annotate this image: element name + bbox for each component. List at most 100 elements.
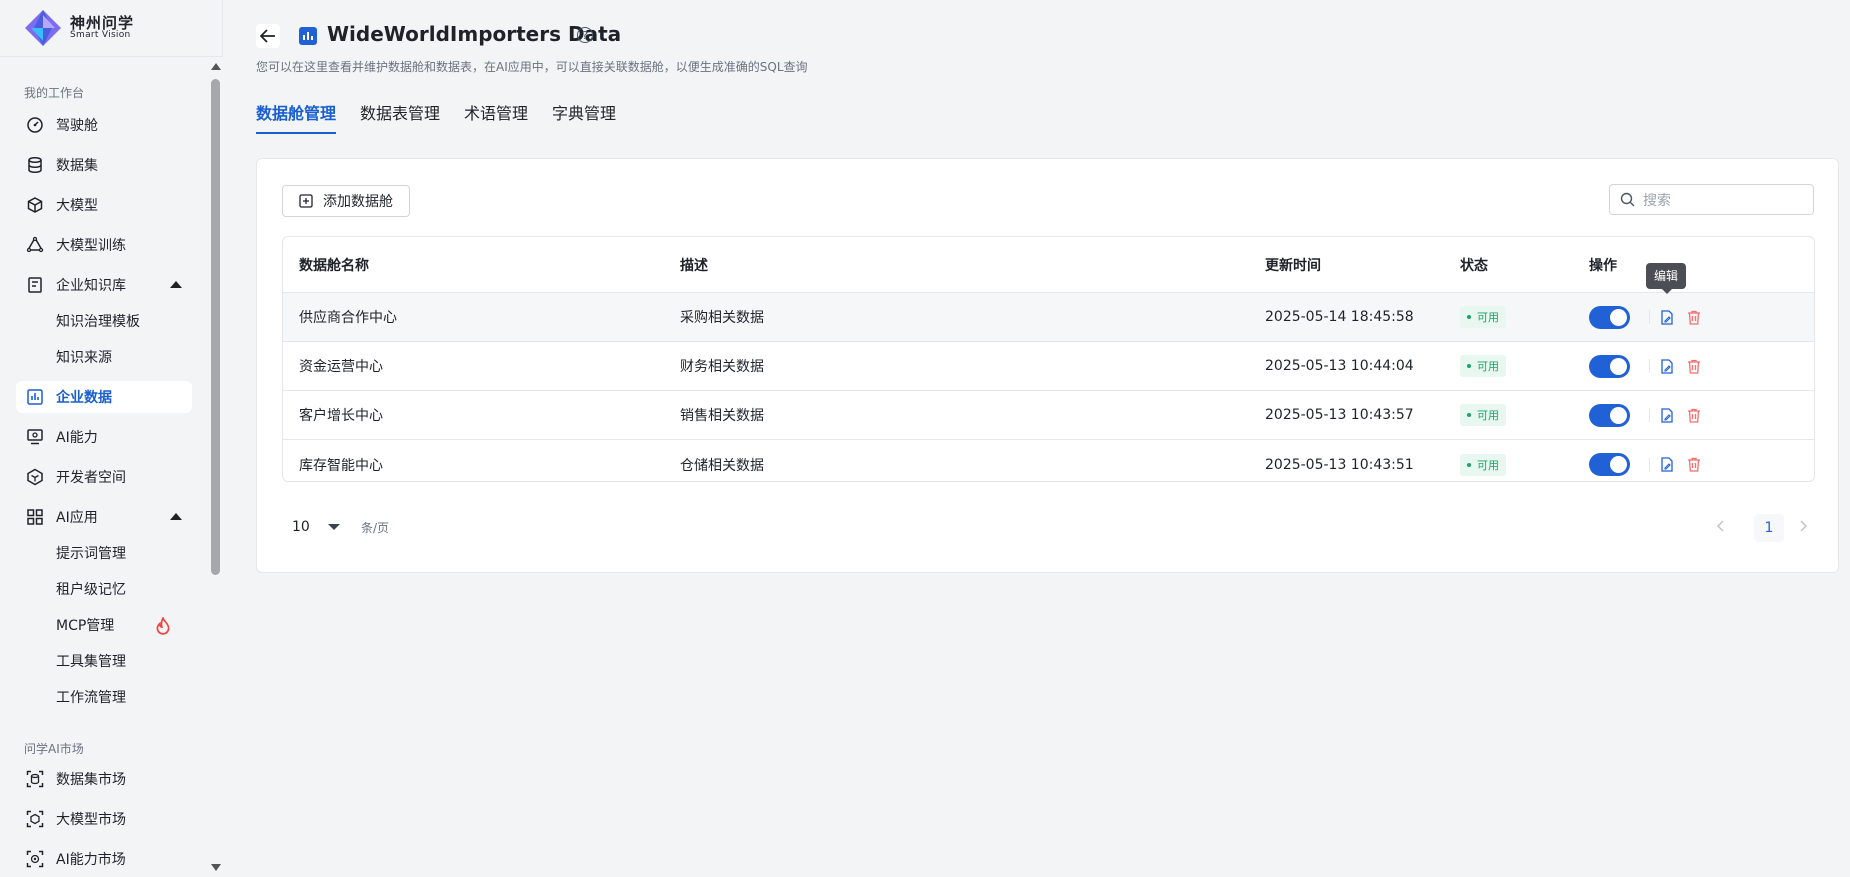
sidebar-item-ai-market[interactable]: AI能力市场: [16, 843, 192, 875]
tab-data-cabin[interactable]: 数据舱管理: [256, 100, 337, 134]
content-card: 添加数据舱 搜索 数据舱名称 描述 更新时间 状态 操作 供应商合作中心 采购相…: [256, 158, 1839, 573]
scroll-down-arrow-icon[interactable]: [211, 864, 221, 871]
sidebar-item-dataset[interactable]: 数据集: [16, 149, 192, 181]
sidebar-item-tenant-memory[interactable]: 租户级记忆: [16, 573, 192, 605]
scan-database-icon: [26, 770, 44, 788]
table-row[interactable]: 库存智能中心 仓储相关数据 2025-05-13 10:43:51 可用: [283, 440, 1814, 481]
scroll-up-arrow-icon[interactable]: [211, 63, 221, 70]
logo-name: 神州问学: [70, 13, 135, 32]
sidebar-item-prompt[interactable]: 提示词管理: [16, 537, 192, 569]
edit-icon[interactable]: [1659, 309, 1675, 325]
enable-toggle[interactable]: [1589, 453, 1630, 476]
sidebar-item-label: 大模型市场: [56, 812, 126, 828]
edit-icon[interactable]: [1659, 407, 1675, 423]
sidebar-scrollbar[interactable]: [208, 57, 223, 877]
column-header-name: 数据舱名称: [299, 257, 369, 274]
search-placeholder: 搜索: [1643, 192, 1671, 209]
tab-terminology[interactable]: 术语管理: [464, 100, 528, 134]
cell-description: 销售相关数据: [680, 408, 764, 424]
sidebar-item-developer-space[interactable]: 开发者空间: [16, 461, 192, 493]
tab-dictionary[interactable]: 字典管理: [552, 100, 616, 134]
sidebar-item-label: 提示词管理: [56, 546, 126, 562]
row-actions: [1589, 403, 1713, 427]
sidebar-item-mcp[interactable]: MCP管理: [16, 609, 192, 641]
scan-ai-icon: [26, 850, 44, 868]
logo-subtitle: Smart Vision: [70, 30, 131, 41]
sidebar-item-label: 大模型: [56, 198, 98, 214]
group-title-workspace: 我的工作台: [24, 86, 85, 100]
sidebar-item-ai-capability[interactable]: AI能力: [16, 421, 192, 453]
sidebar-item-label: MCP管理: [56, 618, 115, 634]
status-badge: 可用: [1460, 306, 1506, 328]
next-page-button[interactable]: [1794, 516, 1814, 536]
knowledge-icon: [28, 277, 42, 293]
scroll-thumb[interactable]: [211, 79, 220, 575]
status-badge: 可用: [1460, 453, 1506, 476]
training-icon: [26, 236, 44, 253]
box-icon: [27, 468, 43, 486]
table-row[interactable]: 资金运营中心 财务相关数据 2025-05-13 10:44:04 可用: [283, 342, 1814, 391]
sidebar-item-dashboard[interactable]: 驾驶舱: [16, 109, 192, 141]
sidebar-item-llm-market[interactable]: 大模型市场: [16, 803, 192, 835]
delete-icon[interactable]: [1686, 309, 1702, 325]
prev-page-button[interactable]: [1710, 516, 1730, 536]
sidebar-item-dataset-market[interactable]: 数据集市场: [16, 763, 192, 795]
sidebar-item-ai-app[interactable]: AI应用: [16, 501, 192, 533]
sidebar-item-toolset[interactable]: 工具集管理: [16, 645, 192, 677]
sidebar-item-label: AI应用: [56, 510, 98, 526]
search-icon: [1620, 192, 1635, 207]
sidebar-item-llm[interactable]: 大模型: [16, 189, 192, 221]
sidebar-item-enterprise-data[interactable]: 企业数据: [16, 381, 192, 413]
chevron-up-icon[interactable]: [170, 513, 182, 520]
enable-toggle[interactable]: [1589, 354, 1630, 378]
add-button-label: 添加数据舱: [323, 194, 393, 210]
help-icon[interactable]: ?: [577, 27, 593, 43]
delete-icon[interactable]: [1686, 358, 1702, 374]
page-size-select[interactable]: 10: [282, 513, 352, 541]
sidebar-item-label: 数据集: [56, 158, 98, 174]
delete-icon[interactable]: [1686, 457, 1702, 473]
sidebar-item-knowledge-source[interactable]: 知识来源: [16, 341, 192, 373]
cell-name: 客户增长中心: [299, 408, 383, 424]
sidebar-nav: 我的工作台 驾驶舱 数据集 大模型 大模型训练 企业知识库 知识治理模板 知识来…: [0, 57, 208, 877]
sidebar-item-llm-training[interactable]: 大模型训练: [16, 229, 192, 261]
row-actions: [1589, 354, 1713, 378]
sidebar-item-label: AI能力市场: [56, 852, 126, 868]
edit-icon[interactable]: [1659, 457, 1675, 473]
logo[interactable]: 神州问学 Smart Vision: [0, 0, 222, 57]
cell-updated: 2025-05-13 10:43:51: [1265, 456, 1414, 473]
search-input[interactable]: 搜索: [1609, 184, 1814, 215]
sidebar-item-label: 企业知识库: [56, 278, 126, 294]
cell-name: 资金运营中心: [299, 359, 383, 375]
row-actions: [1589, 305, 1713, 329]
sidebar-item-label: 数据集市场: [56, 772, 126, 788]
chevron-up-icon[interactable]: [170, 281, 182, 288]
scan-cube-icon: [26, 810, 44, 828]
edit-icon[interactable]: [1659, 358, 1675, 374]
page-number-button[interactable]: 1: [1754, 514, 1784, 542]
sidebar-item-label: 驾驶舱: [56, 118, 98, 134]
sidebar-item-label: 大模型训练: [56, 238, 126, 254]
status-badge: 可用: [1460, 404, 1506, 426]
back-button[interactable]: [256, 24, 280, 48]
edit-tooltip: 编辑: [1646, 263, 1687, 294]
monitor-icon: [27, 429, 43, 445]
chevron-left-icon: [1716, 520, 1724, 532]
chart-icon: [27, 389, 43, 405]
enable-toggle[interactable]: [1589, 305, 1630, 329]
sidebar: 神州问学 Smart Vision 我的工作台 驾驶舱 数据集 大模型 大模型训…: [0, 0, 223, 877]
table-row[interactable]: 供应商合作中心 采购相关数据 2025-05-14 18:45:58 可用: [283, 293, 1814, 342]
sidebar-item-knowledge[interactable]: 企业知识库: [16, 269, 192, 301]
delete-icon[interactable]: [1686, 407, 1702, 423]
table-row[interactable]: 客户增长中心 销售相关数据 2025-05-13 10:43:57 可用: [283, 391, 1814, 440]
tab-data-table[interactable]: 数据表管理: [360, 100, 440, 134]
add-data-cabin-button[interactable]: 添加数据舱: [282, 185, 410, 217]
plus-square-icon: [299, 194, 313, 208]
page-description: 您可以在这里查看并维护数据舱和数据表，在AI应用中，可以直接关联数据舱，以便生成…: [256, 60, 808, 74]
sidebar-item-knowledge-template[interactable]: 知识治理模板: [16, 305, 192, 337]
enable-toggle[interactable]: [1589, 403, 1630, 427]
cell-updated: 2025-05-13 10:44:04: [1265, 358, 1414, 374]
sidebar-item-workflow[interactable]: 工作流管理: [16, 681, 192, 713]
sidebar-item-label: 租户级记忆: [56, 582, 126, 598]
column-header-status: 状态: [1460, 257, 1488, 274]
